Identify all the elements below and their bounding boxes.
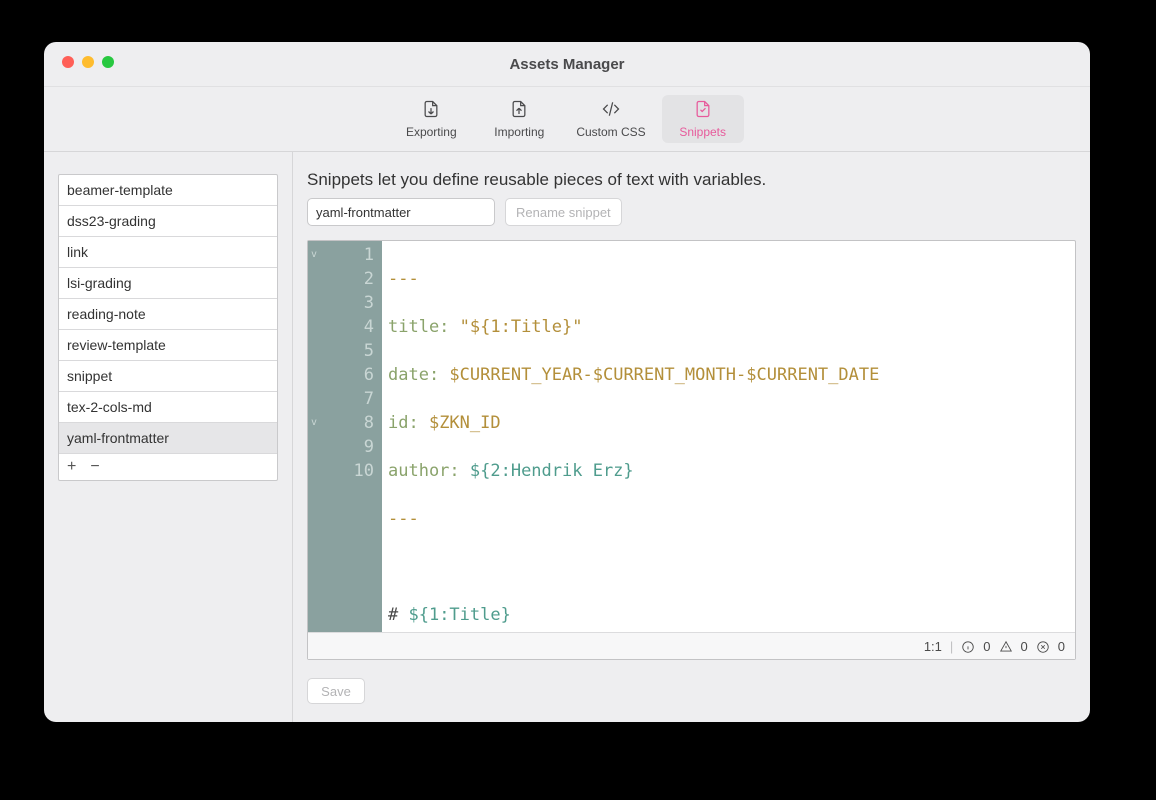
tab-exporting[interactable]: Exporting — [390, 95, 472, 143]
tab-snippets[interactable]: Snippets — [662, 95, 744, 143]
fold-bar: v v — [308, 241, 320, 632]
editor-statusbar: 1:1 | 0 0 0 — [308, 632, 1075, 659]
line-number: 5 — [320, 339, 374, 363]
snippet-item[interactable]: dss23-grading — [59, 206, 277, 237]
tab-importing[interactable]: Importing — [478, 95, 560, 143]
tab-custom-css-label: Custom CSS — [576, 125, 645, 139]
line-number: 7 — [320, 387, 374, 411]
snippet-item[interactable]: lsi-grading — [59, 268, 277, 299]
description: Snippets let you define reusable pieces … — [307, 170, 1076, 190]
gutter: 1 2 3 4 5 6 7 8 9 10 — [320, 241, 382, 632]
error-count: 0 — [1058, 639, 1065, 654]
line-number: 1 — [320, 243, 374, 267]
sidebar: beamer-template dss23-grading link lsi-g… — [44, 152, 293, 722]
line-number: 4 — [320, 315, 374, 339]
snippet-item-selected[interactable]: yaml-frontmatter — [59, 423, 277, 454]
rename-snippet-button[interactable]: Rename snippet — [505, 198, 622, 226]
tab-custom-css[interactable]: Custom CSS — [566, 95, 655, 143]
window-title: Assets Manager — [44, 56, 1090, 73]
main: Snippets let you define reusable pieces … — [293, 152, 1090, 722]
tab-exporting-label: Exporting — [406, 125, 457, 139]
snippet-name-input[interactable] — [307, 198, 495, 226]
titlebar: Assets Manager — [44, 42, 1090, 87]
line-number: 2 — [320, 267, 374, 291]
code-editor[interactable]: v v 1 2 3 4 5 6 7 8 9 — [308, 241, 1075, 632]
name-row: Rename snippet — [307, 198, 1076, 226]
snippet-list-controls: + − — [59, 454, 277, 480]
snippet-item[interactable]: beamer-template — [59, 175, 277, 206]
import-icon — [509, 99, 529, 122]
info-icon — [961, 638, 975, 654]
snippet-item[interactable]: snippet — [59, 361, 277, 392]
export-icon — [421, 99, 441, 122]
code-area[interactable]: --- title: "${1:Title}" date: $CURRENT_Y… — [382, 241, 1075, 632]
snippet-item[interactable]: reading-note — [59, 299, 277, 330]
warning-count: 0 — [1021, 639, 1028, 654]
toolbar: Exporting Importing Custom CSS Snippets — [44, 87, 1090, 152]
error-icon — [1036, 638, 1050, 654]
fold-marker[interactable]: v — [308, 243, 320, 267]
line-number: 10 — [320, 459, 374, 483]
snippet-item[interactable]: review-template — [59, 330, 277, 361]
line-number: 8 — [320, 411, 374, 435]
line-number: 3 — [320, 291, 374, 315]
line-number: 6 — [320, 363, 374, 387]
code-icon — [601, 99, 621, 122]
editor-wrap: v v 1 2 3 4 5 6 7 8 9 — [307, 240, 1076, 660]
line-number: 9 — [320, 435, 374, 459]
assets-manager-window: Assets Manager Exporting Importing Custo… — [44, 42, 1090, 722]
fold-marker[interactable]: v — [308, 411, 320, 435]
snippet-item[interactable]: tex-2-cols-md — [59, 392, 277, 423]
snippet-list: beamer-template dss23-grading link lsi-g… — [58, 174, 278, 481]
add-snippet-button[interactable]: + — [67, 458, 76, 476]
tab-importing-label: Importing — [494, 125, 544, 139]
info-count: 0 — [983, 639, 990, 654]
remove-snippet-button[interactable]: − — [90, 458, 99, 476]
snippet-item[interactable]: link — [59, 237, 277, 268]
tab-snippets-label: Snippets — [679, 125, 726, 139]
save-button[interactable]: Save — [307, 678, 365, 704]
snippets-icon — [693, 99, 713, 122]
body: beamer-template dss23-grading link lsi-g… — [44, 152, 1090, 722]
cursor-position: 1:1 — [924, 639, 942, 654]
warning-icon — [999, 638, 1013, 654]
